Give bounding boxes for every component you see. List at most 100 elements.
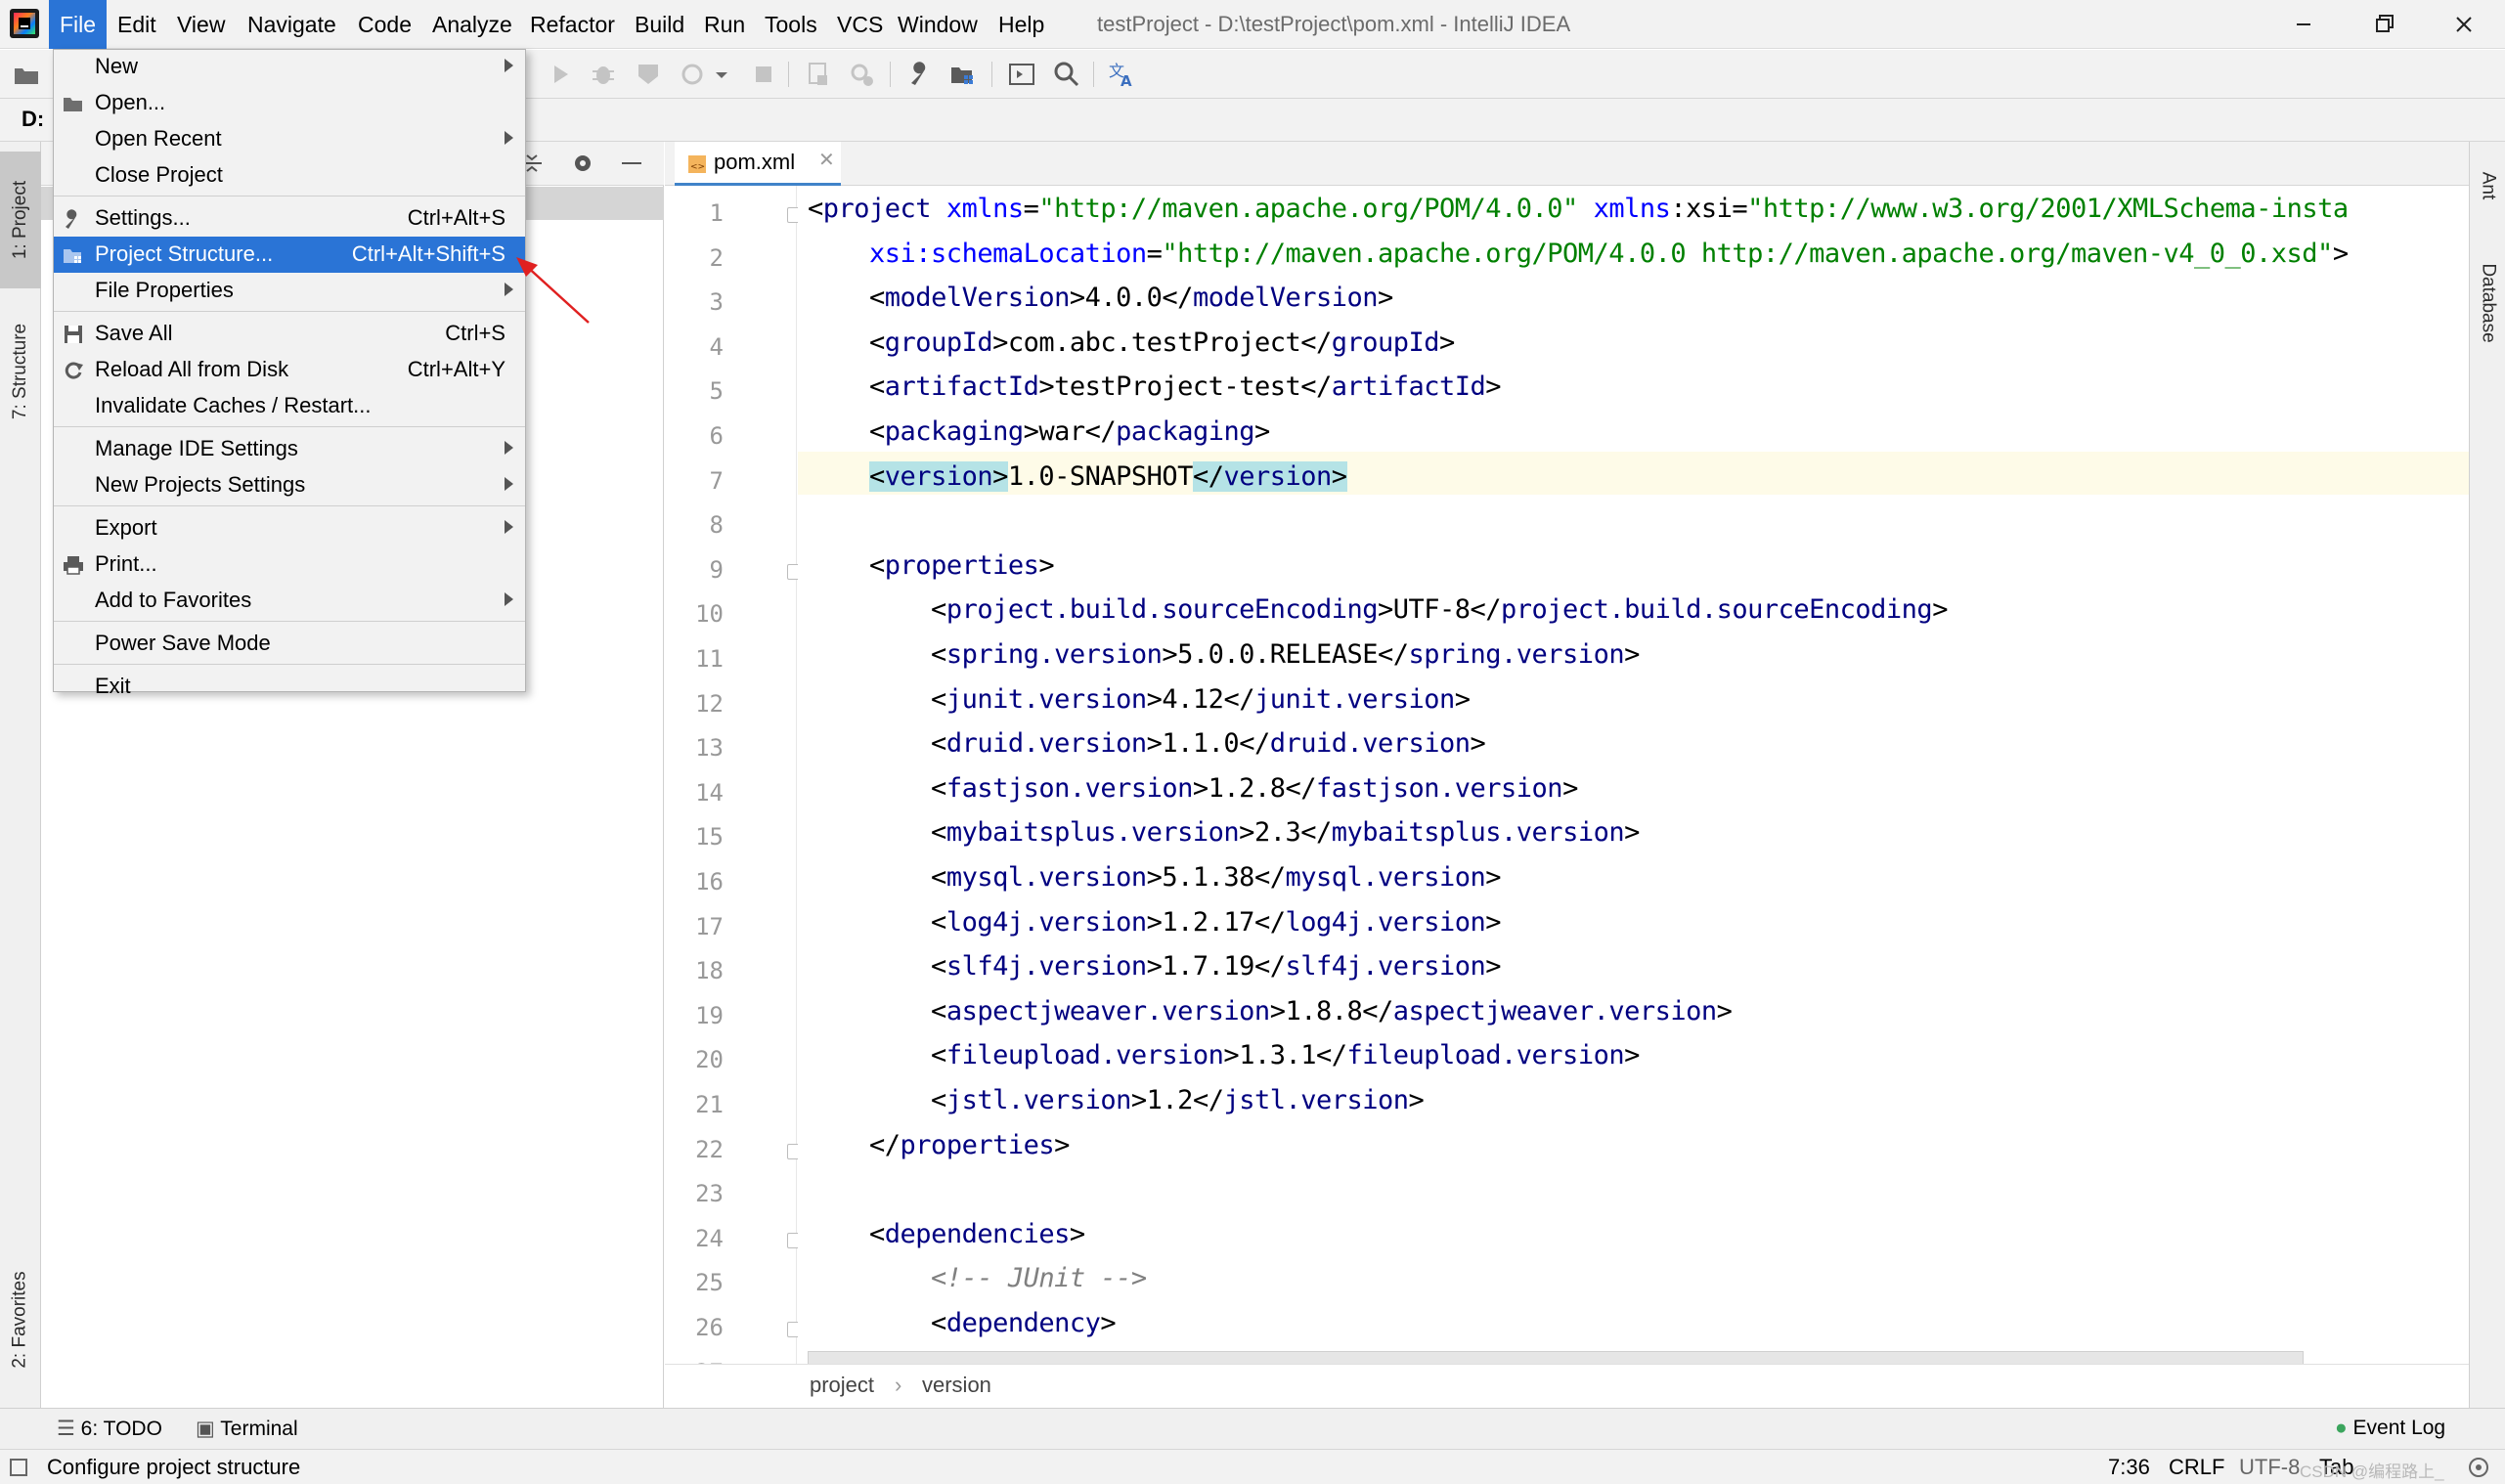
open-folder-button[interactable] <box>12 60 41 89</box>
menu-item-file-properties[interactable]: File Properties <box>54 273 525 309</box>
menu-item-settings[interactable]: Settings... Ctrl+Alt+S <box>54 200 525 237</box>
build-artifacts-button[interactable] <box>847 60 876 89</box>
restore-button[interactable] <box>2345 0 2423 49</box>
menu-item-open[interactable]: Open... <box>54 85 525 121</box>
menu-item-export[interactable]: Export <box>54 510 525 546</box>
nav-path[interactable]: D: <box>22 107 44 132</box>
menu-code[interactable]: Code <box>347 0 422 49</box>
tab-database[interactable]: Database <box>2470 240 2505 367</box>
line-number: 12 <box>695 689 724 718</box>
tab-project[interactable]: 1: Project <box>0 152 41 288</box>
code-line[interactable]: xsi:schemaLocation="http://maven.apache.… <box>808 239 2349 269</box>
breadcrumb-project[interactable]: project <box>810 1373 874 1398</box>
menu-item-new[interactable]: New <box>54 49 525 85</box>
code-line[interactable]: <packaging>war</packaging> <box>808 416 1270 447</box>
code-line[interactable]: <aspectjweaver.version>1.8.8</aspectjwea… <box>808 996 1733 1026</box>
menu-analyze[interactable]: Analyze <box>421 0 523 49</box>
profile-button[interactable] <box>679 60 708 89</box>
code-line[interactable]: <slf4j.version>1.7.19</slf4j.version> <box>808 951 1502 982</box>
translate-button[interactable]: 文A <box>1107 60 1136 89</box>
intellij-logo-icon[interactable] <box>10 9 39 38</box>
close-window-button[interactable] <box>2425 0 2503 49</box>
menu-item-exit[interactable]: Exit <box>54 669 525 705</box>
menu-run[interactable]: Run <box>693 0 756 49</box>
run-anything-button[interactable] <box>1007 60 1036 89</box>
code-line[interactable]: <fastjson.version>1.2.8</fastjson.versio… <box>808 773 1578 804</box>
inspector-icon[interactable] <box>2464 1454 2493 1481</box>
menu-window[interactable]: Window <box>887 0 989 49</box>
code-line[interactable]: <dependencies> <box>808 1219 1085 1249</box>
minimize-button[interactable] <box>2264 0 2343 49</box>
horizontal-scrollbar[interactable] <box>808 1351 2304 1365</box>
code-line[interactable]: <mysql.version>5.1.38</mysql.version> <box>808 862 1502 893</box>
submenu-arrow-icon <box>505 592 513 606</box>
line-number: 19 <box>695 1001 724 1029</box>
code-line[interactable]: <properties> <box>808 550 1055 581</box>
tab-ant[interactable]: Ant <box>2470 152 2505 220</box>
code-line[interactable]: <dependency> <box>808 1308 1117 1338</box>
code-line[interactable]: <junit.version>4.12</junit.version> <box>808 684 1471 715</box>
menu-navigate[interactable]: Navigate <box>237 0 347 49</box>
menu-item-new-projects-settings[interactable]: New Projects Settings <box>54 467 525 503</box>
code-line[interactable]: <spring.version>5.0.0.RELEASE</spring.ve… <box>808 639 1640 670</box>
menu-item-close-project[interactable]: Close Project <box>54 157 525 194</box>
file-encoding[interactable]: UTF-8 <box>2239 1455 2300 1480</box>
code-line[interactable]: <!-- JUnit --> <box>808 1263 1147 1293</box>
menu-item-save-all[interactable]: Save All Ctrl+S <box>54 316 525 352</box>
code-line[interactable]: <groupId>com.abc.testProject</groupId> <box>808 327 1455 358</box>
menu-item-project-structure[interactable]: Project Structure... Ctrl+Alt+Shift+S <box>54 237 525 273</box>
tab-favorites[interactable]: 2: Favorites <box>0 1242 41 1398</box>
menu-edit[interactable]: Edit <box>107 0 167 49</box>
menu-item-reload-all-from-disk[interactable]: Reload All from Disk Ctrl+Alt+Y <box>54 352 525 388</box>
search-everywhere-button[interactable] <box>1052 60 1081 89</box>
menu-file[interactable]: File <box>49 0 108 49</box>
code-line[interactable]: <log4j.version>1.2.17</log4j.version> <box>808 907 1502 938</box>
tab-terminal[interactable]: ▣ Terminal <box>196 1417 298 1441</box>
caret-position[interactable]: 7:36 <box>2108 1455 2150 1480</box>
code-line[interactable]: <modelVersion>4.0.0</modelVersion> <box>808 283 1393 313</box>
tab-structure-label: 7: Structure <box>10 323 30 420</box>
menu-item-print[interactable]: Print... <box>54 546 525 583</box>
menu-item-power-save-mode[interactable]: Power Save Mode <box>54 626 525 662</box>
code-line[interactable]: <jstl.version>1.2</jstl.version> <box>808 1085 1425 1115</box>
settings-wrench-button[interactable] <box>905 60 935 89</box>
hide-panel-button[interactable] <box>618 150 645 177</box>
panel-settings-button[interactable] <box>569 150 596 177</box>
tab-structure[interactable]: 7: Structure <box>0 298 41 445</box>
code-line[interactable]: </properties> <box>808 1130 1070 1160</box>
breadcrumb-version[interactable]: version <box>922 1373 991 1398</box>
line-separator[interactable]: CRLF <box>2169 1455 2224 1480</box>
coverage-button[interactable] <box>634 60 663 89</box>
tab-todo[interactable]: ☰ 6: TODO <box>57 1417 162 1441</box>
menu-view[interactable]: View <box>166 0 236 49</box>
toggle-tool-windows-icon[interactable] <box>10 1459 27 1476</box>
menu-item-label: New Projects Settings <box>95 472 306 497</box>
code-line[interactable]: <mybaitsplus.version>2.3</mybaitsplus.ve… <box>808 817 1640 848</box>
tab-event-log[interactable]: ● Event Log <box>2335 1417 2445 1440</box>
debug-button[interactable] <box>589 60 618 89</box>
menu-tools[interactable]: Tools <box>754 0 828 49</box>
run-button[interactable] <box>546 60 575 89</box>
menu-item-manage-ide-settings[interactable]: Manage IDE Settings <box>54 431 525 467</box>
run-dropdown-button[interactable] <box>712 60 741 89</box>
menu-refactor[interactable]: Refactor <box>519 0 626 49</box>
code-line[interactable]: <druid.version>1.1.0</druid.version> <box>808 728 1486 759</box>
stop-button[interactable] <box>749 60 778 89</box>
project-structure-button[interactable] <box>948 60 978 89</box>
tab-pom-xml[interactable]: <> pom.xml ✕ <box>675 142 841 186</box>
tab-close-icon[interactable]: ✕ <box>818 148 835 171</box>
attach-debugger-button[interactable] <box>804 60 833 89</box>
menu-help[interactable]: Help <box>988 0 1055 49</box>
menu-item-open-recent[interactable]: Open Recent <box>54 121 525 157</box>
code-editor[interactable]: <project xmlns="http://maven.apache.org/… <box>798 186 2469 1364</box>
code-line[interactable]: <artifactId>testProject-test</artifactId… <box>808 371 1502 402</box>
menu-item-add-to-favorites[interactable]: Add to Favorites <box>54 583 525 619</box>
menu-item-invalidate-caches-restart[interactable]: Invalidate Caches / Restart... <box>54 388 525 424</box>
code-line[interactable]: <fileupload.version>1.3.1</fileupload.ve… <box>808 1040 1640 1070</box>
menu-vcs[interactable]: VCS <box>826 0 894 49</box>
menu-item-label: Export <box>95 515 157 540</box>
code-line[interactable]: <project xmlns="http://maven.apache.org/… <box>808 194 2349 224</box>
menu-build[interactable]: Build <box>624 0 695 49</box>
code-line[interactable]: <project.build.sourceEncoding>UTF-8</pro… <box>808 594 1948 625</box>
code-line[interactable]: <version>1.0-SNAPSHOT</version> <box>808 460 1347 492</box>
